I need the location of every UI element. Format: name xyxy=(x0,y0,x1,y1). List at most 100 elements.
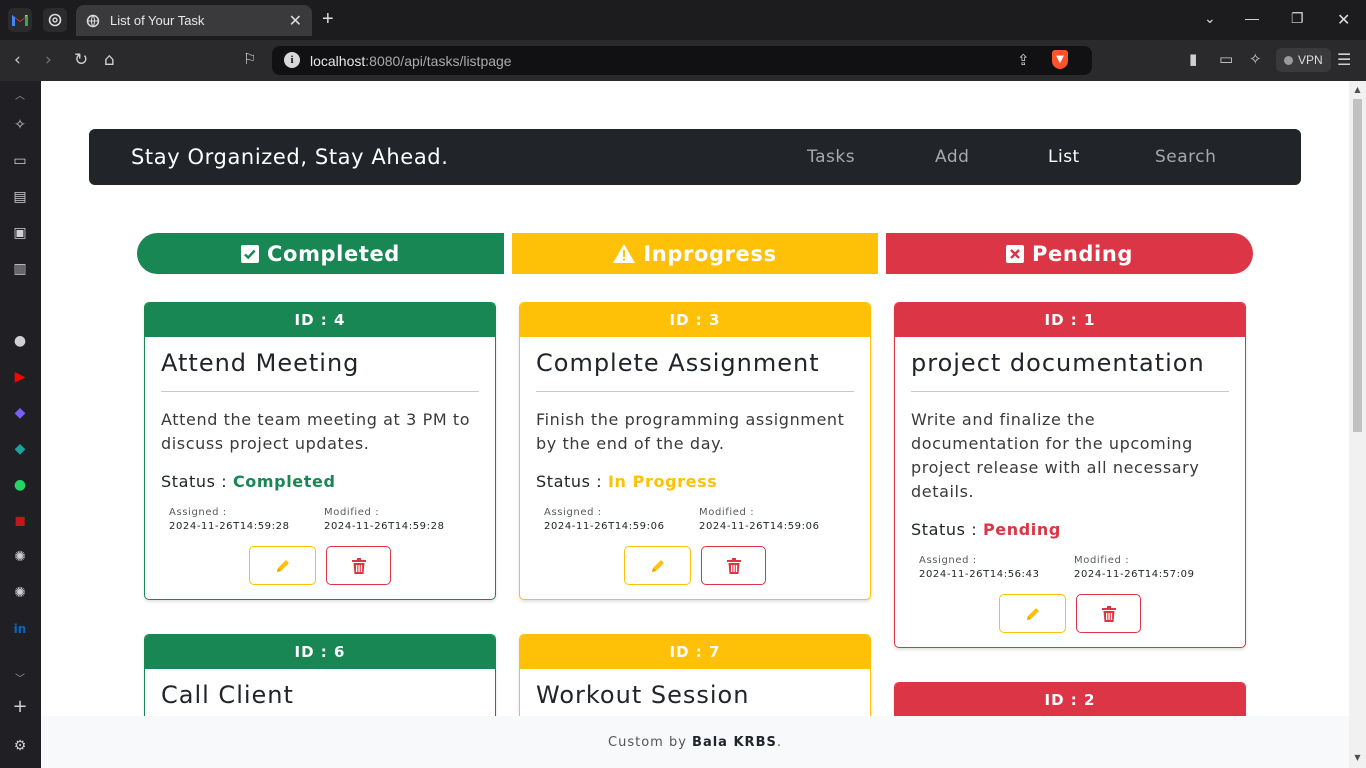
close-tab-icon[interactable]: ✕ xyxy=(289,11,302,30)
site-navbar: Stay Organized, Stay Ahead. Tasks Add Li… xyxy=(89,129,1301,185)
task-id: ID : 3 xyxy=(520,303,870,337)
brave-shields-icon[interactable]: ▼ xyxy=(1052,50,1068,69)
url-text: localhost:8080/api/tasks/listpage xyxy=(310,52,512,69)
modified-date: 2024-11-26T14:59:28 xyxy=(324,521,445,532)
bookmarks-icon[interactable]: ▣ xyxy=(10,223,30,243)
modified-date: 2024-11-26T14:57:09 xyxy=(1074,569,1195,580)
sidebar-toggle-icon[interactable]: ▮ xyxy=(1189,50,1197,68)
nav-link-tasks[interactable]: Tasks xyxy=(807,147,855,167)
browser-tab-bar: List of Your Task ✕ + ⌄ — ❐ ✕ xyxy=(0,0,1366,40)
leo-ai-icon[interactable]: ✧ xyxy=(1249,50,1262,68)
status-value: In Progress xyxy=(607,472,718,491)
minimize-icon[interactable]: — xyxy=(1245,10,1259,26)
modified-label: Modified : xyxy=(699,507,755,518)
scroll-up-arrow-icon[interactable]: ▲ xyxy=(1353,85,1362,94)
wallet-sidebar-icon[interactable]: ▤ xyxy=(10,187,30,207)
scroll-thumb[interactable] xyxy=(1353,99,1362,432)
gmail-icon[interactable] xyxy=(8,8,32,32)
delete-button[interactable] xyxy=(1076,594,1141,633)
page-footer: Custom by Bala KRBS. xyxy=(41,716,1349,768)
url-path: :8080/api/tasks/listpage xyxy=(365,52,512,69)
add-sidebar-item-icon[interactable]: + xyxy=(10,696,30,717)
column-label-completed: Completed xyxy=(267,241,400,266)
linkedin-icon[interactable]: in xyxy=(10,619,30,639)
task-description: Write and finalize the documentation for… xyxy=(911,410,1200,501)
share-icon[interactable]: ⇪ xyxy=(1017,51,1030,69)
video-icon[interactable]: ▭ xyxy=(10,151,30,171)
tab-search-chevron-icon[interactable]: ⌄ xyxy=(1204,10,1216,27)
warning-triangle-icon xyxy=(613,244,636,263)
address-bar[interactable]: i localhost:8080/api/tasks/listpage ⇪ ▼ xyxy=(272,46,1092,75)
site-info-icon[interactable]: i xyxy=(284,52,300,68)
chatgpt-sidebar-icon[interactable]: ✺ xyxy=(10,547,30,567)
footer-prefix: Custom by xyxy=(608,734,687,750)
tab-title: List of Your Task xyxy=(110,13,205,28)
browser-toolbar: ‹ › ↻ ⌂ ⚐ i localhost:8080/api/tasks/lis… xyxy=(0,40,1366,81)
status-label: Status : xyxy=(911,520,983,539)
restore-icon[interactable]: ❐ xyxy=(1291,10,1304,27)
mcafee-icon[interactable]: ◼ xyxy=(10,511,30,531)
brand-title[interactable]: Stay Organized, Stay Ahead. xyxy=(131,145,449,169)
trash-icon xyxy=(351,557,366,574)
reading-list-icon[interactable]: ▥ xyxy=(10,259,30,279)
status-label: Status : xyxy=(161,472,233,491)
assigned-label: Assigned : xyxy=(169,507,227,518)
delete-button[interactable] xyxy=(701,546,766,585)
trash-icon xyxy=(1101,605,1116,622)
page-scrollbar[interactable]: ▲ ▼ xyxy=(1349,81,1366,768)
chatgpt-icon[interactable] xyxy=(43,8,67,32)
edit-button[interactable] xyxy=(249,546,316,585)
x-square-icon xyxy=(1006,244,1024,263)
active-tab[interactable]: List of Your Task ✕ xyxy=(76,5,312,36)
sidebar-scroll-down-icon[interactable]: ﹀ xyxy=(10,667,30,687)
wallet-icon[interactable]: ▭ xyxy=(1219,50,1233,68)
home-icon[interactable]: ⌂ xyxy=(104,50,115,70)
github-icon[interactable]: ● xyxy=(10,331,30,351)
back-icon[interactable]: ‹ xyxy=(14,50,21,70)
vpn-button[interactable]: VPN xyxy=(1276,48,1331,72)
diamond-app-icon[interactable]: ◆ xyxy=(10,439,30,459)
column-header-inprogress: Inprogress xyxy=(512,233,878,274)
assigned-date: 2024-11-26T14:59:06 xyxy=(544,521,665,532)
task-dates: Assigned : 2024-11-26T14:59:28 Modified :… xyxy=(161,507,479,532)
task-description: Finish the programming assignment by the… xyxy=(536,410,845,453)
leo-icon[interactable]: ✧ xyxy=(10,115,30,135)
task-card: ID : 4 Attend Meeting Attend the team me… xyxy=(144,302,496,600)
task-title: project documentation xyxy=(911,349,1229,392)
modified-date: 2024-11-26T14:59:06 xyxy=(699,521,820,532)
task-status: Status : Pending xyxy=(911,520,1229,539)
globe-icon xyxy=(86,14,100,27)
pencil-icon xyxy=(651,559,664,572)
bookmark-icon[interactable]: ⚐ xyxy=(243,50,256,68)
menu-icon[interactable]: ☰ xyxy=(1337,50,1351,69)
footer-author[interactable]: Bala KRBS xyxy=(692,735,777,750)
sidebar-scroll-up-icon[interactable]: ︿ xyxy=(10,84,30,104)
pencil-icon xyxy=(1026,607,1039,620)
browser-sidebar: ︿ ✧ ▭ ▤ ▣ ▥ ● ▶ ◆ ◆ ● ◼ ✺ ✺ in ﹀ + ⚙ xyxy=(0,81,40,768)
task-status: Status : Completed xyxy=(161,472,479,491)
reload-icon[interactable]: ↻ xyxy=(74,50,88,70)
scroll-down-arrow-icon[interactable]: ▼ xyxy=(1353,753,1362,762)
forward-icon[interactable]: › xyxy=(45,50,52,70)
page-viewport: Stay Organized, Stay Ahead. Tasks Add Li… xyxy=(41,81,1349,768)
new-tab-icon[interactable]: + xyxy=(322,8,334,31)
app-icon[interactable]: ◆ xyxy=(10,403,30,423)
task-id: ID : 4 xyxy=(145,303,495,337)
task-id: ID : 6 xyxy=(145,635,495,669)
edit-button[interactable] xyxy=(999,594,1066,633)
youtube-icon[interactable]: ▶ xyxy=(10,367,30,387)
settings-gear-icon[interactable]: ⚙ xyxy=(10,736,30,756)
edit-button[interactable] xyxy=(624,546,691,585)
vpn-label: VPN xyxy=(1298,53,1323,67)
close-window-icon[interactable]: ✕ xyxy=(1337,10,1350,30)
extension-icon[interactable]: ✺ xyxy=(10,583,30,603)
assigned-label: Assigned : xyxy=(544,507,602,518)
whatsapp-icon[interactable]: ● xyxy=(10,475,30,495)
task-description: Attend the team meeting at 3 PM to discu… xyxy=(161,410,471,453)
modified-label: Modified : xyxy=(324,507,380,518)
task-card: ID : 3 Complete Assignment Finish the pr… xyxy=(519,302,871,600)
delete-button[interactable] xyxy=(326,546,391,585)
nav-link-add[interactable]: Add xyxy=(935,147,969,167)
nav-link-search[interactable]: Search xyxy=(1155,147,1216,167)
nav-link-list[interactable]: List xyxy=(1048,147,1080,167)
